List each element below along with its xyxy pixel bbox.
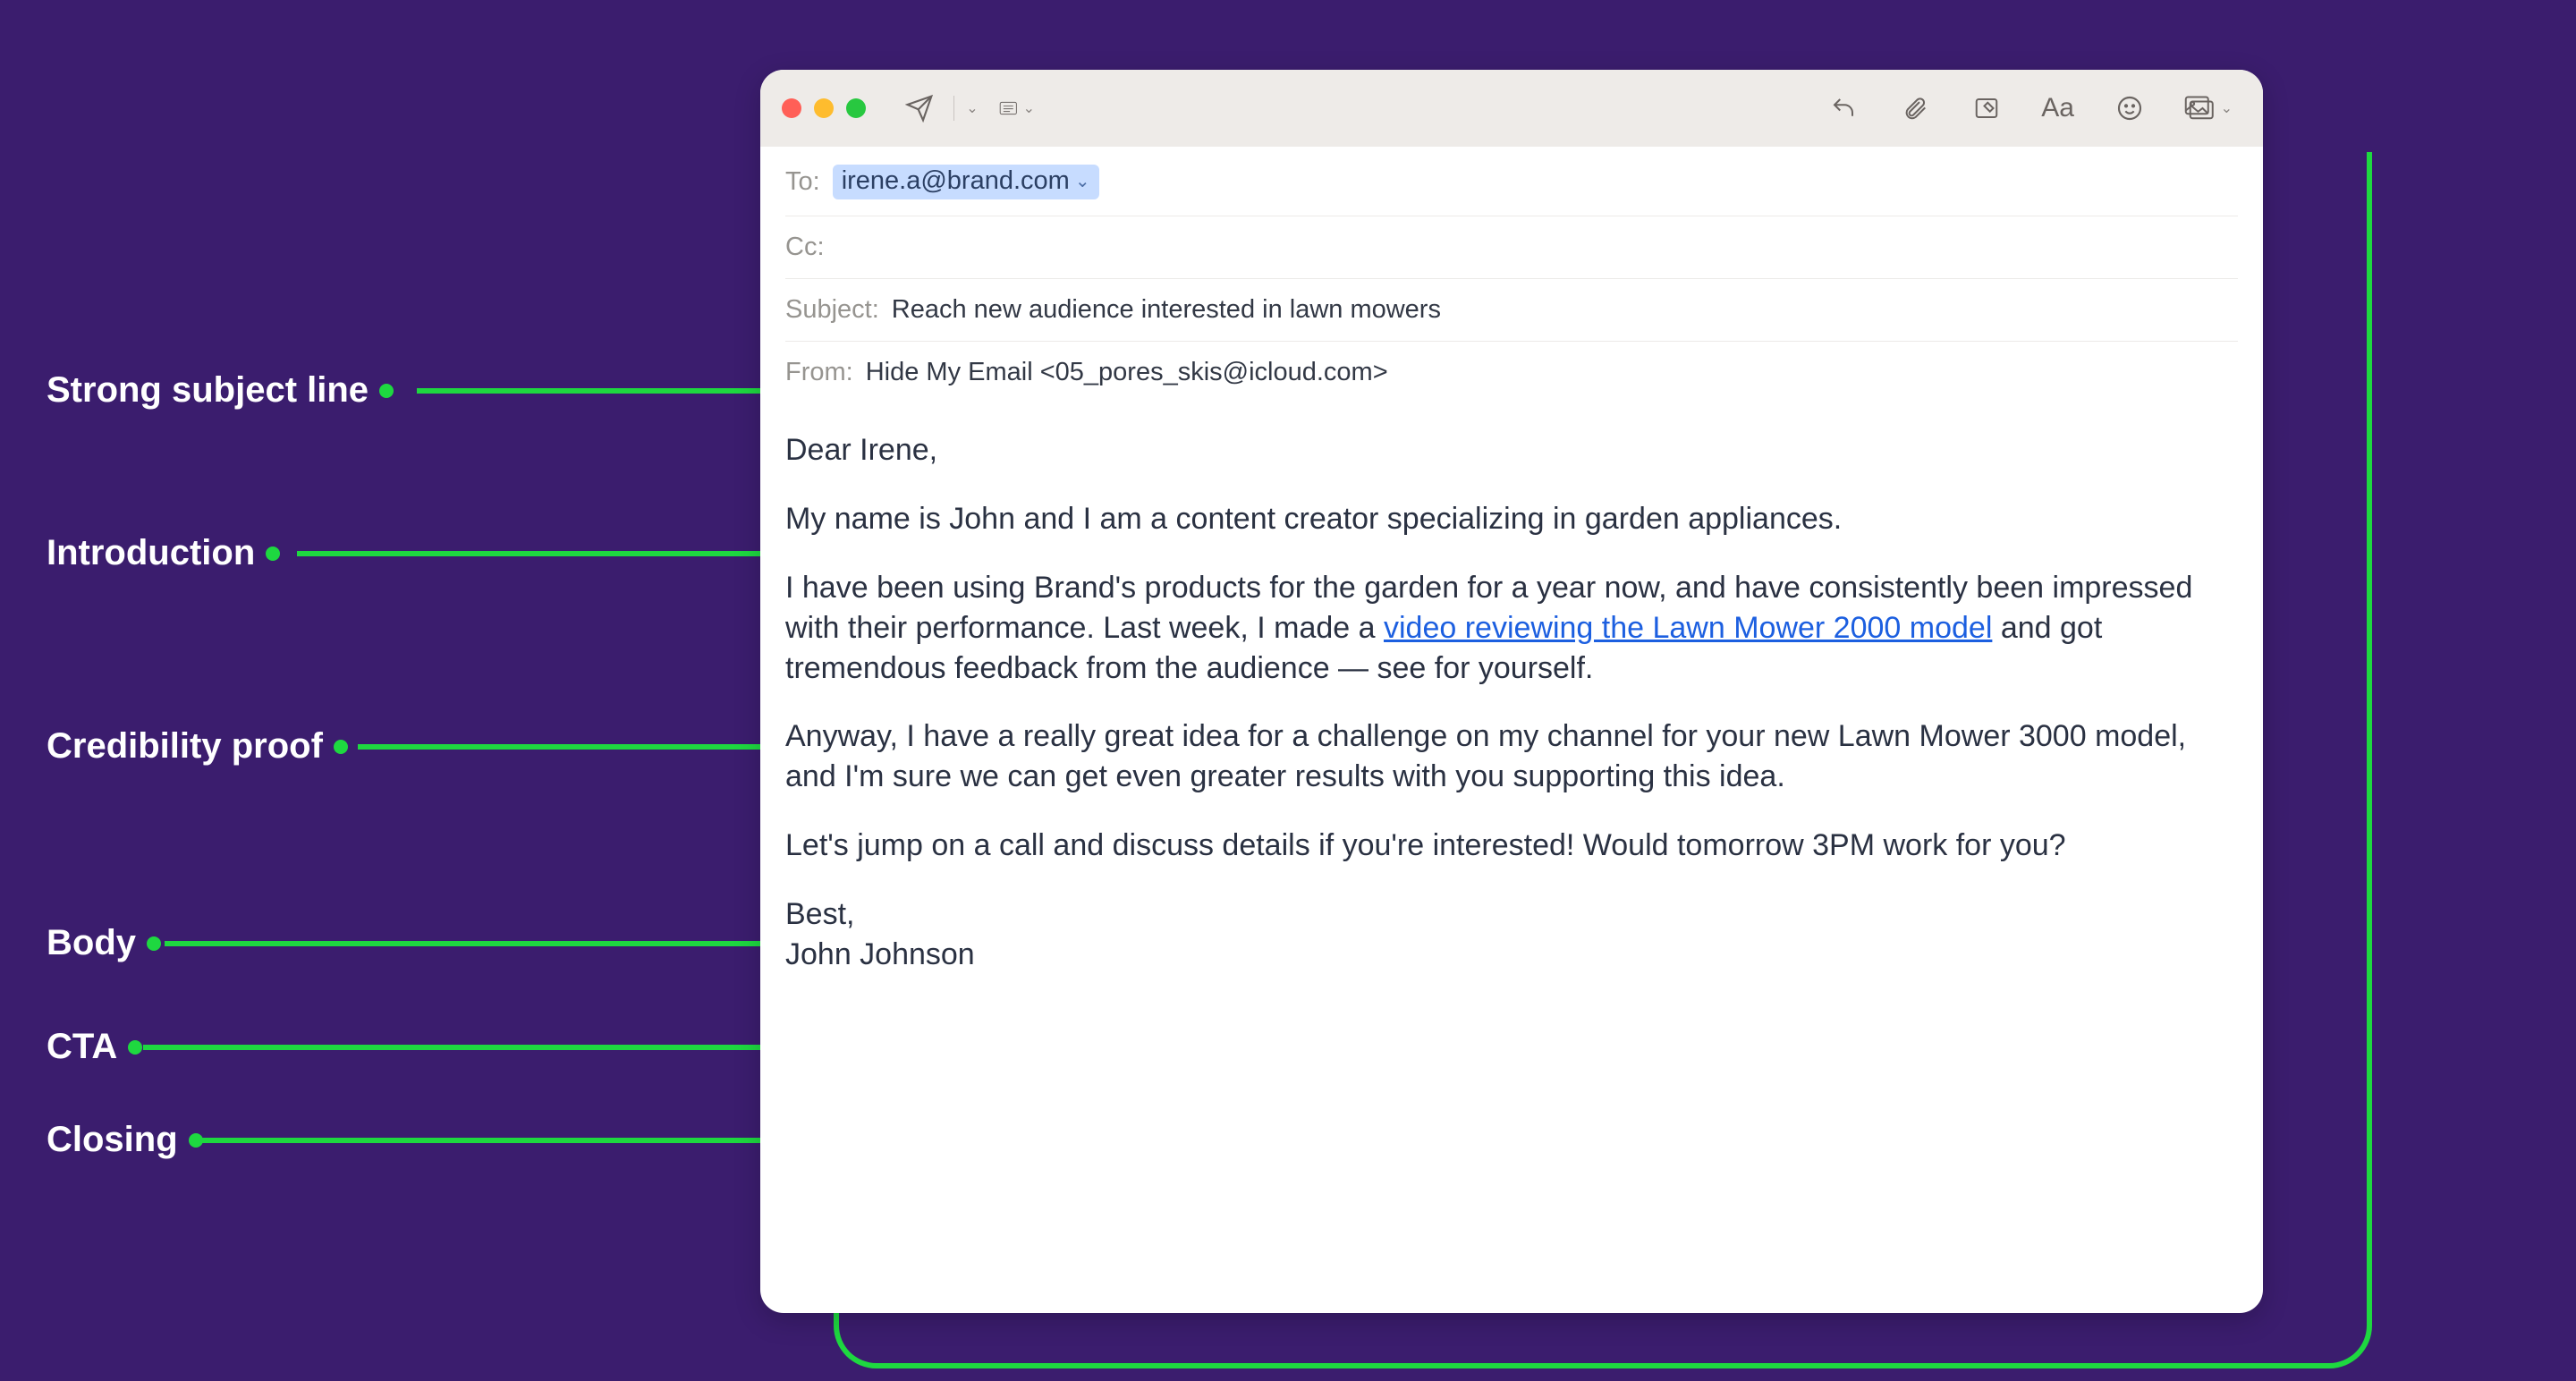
body-main: Anyway, I have a really great idea for a… [785, 716, 2238, 797]
toolbar-separator [953, 96, 954, 121]
emoji-icon [2115, 94, 2144, 123]
media-button[interactable]: ⌄ [2183, 90, 2233, 126]
chevron-down-icon: ⌄ [2221, 99, 2233, 117]
attach-button[interactable] [1897, 90, 1933, 126]
header-fields-button[interactable]: ⌄ [999, 90, 1035, 126]
chevron-down-icon: ⌄ [1023, 99, 1035, 117]
subject-label: Subject: [785, 295, 879, 325]
annotation-closing-label: Closing [47, 1120, 178, 1160]
paperclip-icon [1902, 94, 1928, 123]
connector-subject [417, 388, 760, 394]
window-toolbar: ⌄ ⌄ [760, 70, 2263, 147]
subject-value: Reach new audience interested in lawn mo… [892, 295, 1441, 325]
annotation-dot [147, 936, 161, 951]
body-proof-link[interactable]: video reviewing the Lawn Mower 2000 mode… [1384, 611, 1992, 645]
annotation-intro: Introduction [47, 533, 280, 573]
from-value: Hide My Email <05_pores_skis@icloud.com> [866, 358, 1388, 387]
body-proof: I have been using Brand's products for t… [785, 568, 2238, 689]
from-label: From: [785, 358, 853, 387]
photos-icon [2183, 95, 2217, 122]
annotation-proof: Credibility proof [47, 726, 348, 767]
annotation-body-label: Body [47, 923, 136, 963]
markup-button[interactable] [1969, 90, 2004, 126]
send-button[interactable] [902, 90, 937, 126]
to-label: To: [785, 167, 820, 197]
chevron-down-icon: ⌄ [966, 99, 978, 117]
annotation-dot [189, 1133, 203, 1148]
body-intro: My name is John and I am a content creat… [785, 499, 2238, 539]
cc-label: Cc: [785, 233, 825, 262]
window-traffic-lights [782, 98, 866, 118]
connector-body [165, 941, 760, 946]
body-closing-name: John Johnson [785, 935, 2238, 975]
reply-icon [1828, 95, 1859, 122]
minimize-button[interactable] [814, 98, 834, 118]
connector-intro [297, 551, 760, 556]
chevron-down-icon: ⌄ [1075, 170, 1090, 192]
to-recipient-chip[interactable]: irene.a@brand.com ⌄ [833, 165, 1099, 199]
annotation-dot [266, 546, 280, 561]
subject-row[interactable]: Subject: Reach new audience interested i… [785, 279, 2238, 342]
cc-row[interactable]: Cc: [785, 216, 2238, 279]
from-row[interactable]: From: Hide My Email <05_pores_skis@iclou… [785, 342, 2238, 403]
list-box-icon [999, 96, 1018, 121]
close-button[interactable] [782, 98, 801, 118]
send-options-dropdown[interactable]: ⌄ [962, 90, 981, 126]
mail-compose-window: ⌄ ⌄ [760, 70, 2263, 1313]
body-cta: Let's jump on a call and discuss details… [785, 826, 2238, 866]
mail-body[interactable]: Dear Irene, My name is John and I am a c… [760, 403, 2263, 1000]
format-button[interactable]: Aa [2040, 90, 2076, 126]
connector-cta [143, 1045, 760, 1050]
annotation-body: Body [47, 923, 161, 963]
body-greeting: Dear Irene, [785, 430, 2238, 470]
body-closing-salutation: Best, [785, 894, 2238, 935]
annotation-intro-label: Introduction [47, 533, 255, 573]
connector-proof [358, 744, 760, 750]
annotation-cta: CTA [47, 1027, 142, 1067]
annotation-cta-label: CTA [47, 1027, 117, 1067]
to-row[interactable]: To: irene.a@brand.com ⌄ [785, 148, 2238, 216]
annotation-subject-label: Strong subject line [47, 370, 369, 411]
annotation-dot [128, 1040, 142, 1055]
markup-icon [1971, 95, 2002, 122]
annotation-proof-label: Credibility proof [47, 726, 323, 767]
annotation-dot [379, 384, 394, 398]
to-recipient-value: irene.a@brand.com [842, 166, 1070, 196]
reply-button[interactable] [1826, 90, 1861, 126]
emoji-button[interactable] [2112, 90, 2148, 126]
annotation-dot [334, 740, 348, 754]
format-text-icon: Aa [2041, 93, 2074, 123]
mail-headers: To: irene.a@brand.com ⌄ Cc: Subject: Rea… [760, 147, 2263, 403]
maximize-button[interactable] [846, 98, 866, 118]
annotation-closing: Closing [47, 1120, 203, 1160]
send-icon [905, 94, 934, 123]
annotation-subject: Strong subject line [47, 370, 394, 411]
connector-closing [202, 1138, 760, 1143]
